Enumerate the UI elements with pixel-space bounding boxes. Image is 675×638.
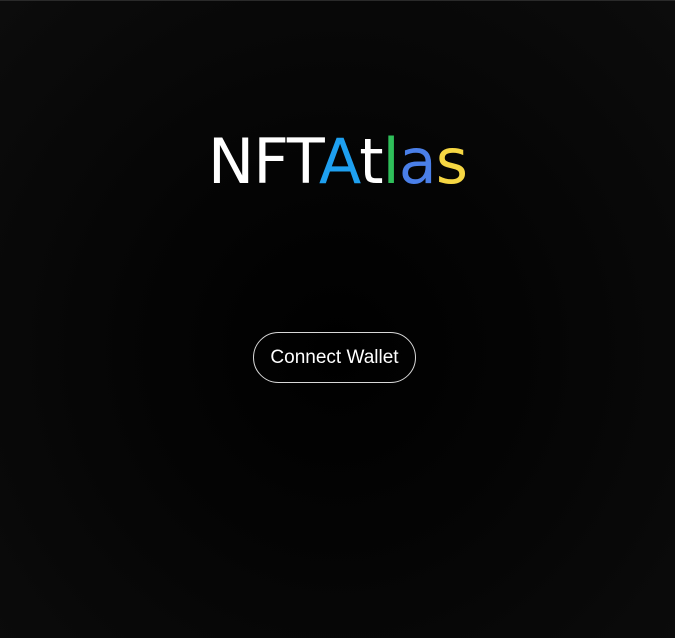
logo-part-l: l bbox=[382, 125, 400, 198]
logo-part-a: A bbox=[318, 125, 360, 198]
connect-wallet-button[interactable]: Connect Wallet bbox=[253, 332, 416, 383]
app-logo: NFTAtlas bbox=[0, 129, 675, 195]
logo-part-t: t bbox=[359, 125, 383, 198]
logo-part-s: s bbox=[435, 125, 468, 198]
logo-part-a2: a bbox=[398, 125, 437, 198]
logo-part-nft: NFT bbox=[207, 125, 320, 198]
